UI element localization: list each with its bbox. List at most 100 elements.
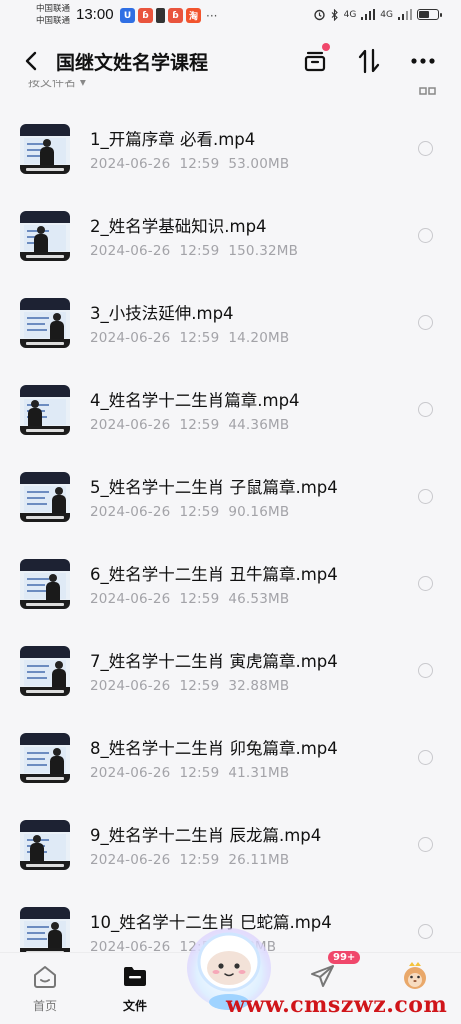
carrier-1: 中国联通 <box>36 4 71 14</box>
select-radio[interactable] <box>418 750 433 765</box>
file-meta: 2024-06-26 12:59 44.36MB <box>90 417 289 433</box>
file-meta: 2024-06-26 12:59 14.20MB <box>90 330 289 346</box>
notification-icons: U ɓ ɓ 淘 ··· <box>120 8 217 23</box>
transfer-list-button[interactable] <box>300 43 330 76</box>
carrier-labels: 中国联通 中国联通 <box>36 3 70 27</box>
file-time: 12:59 <box>179 504 220 520</box>
file-name: 2_姓名学基础知识.mp4 <box>90 217 267 236</box>
file-list: 1_开篇序章 必看.mp4 2024-06-26 12:59 53.00MB 2_姓… <box>0 104 461 956</box>
file-row[interactable]: 8_姓名学十二生肖 卯兔篇章.mp4 2024-06-26 12:59 41.31… <box>0 713 461 800</box>
file-name: 5_姓名学十二生肖 子鼠篇章.mp4 <box>90 478 338 497</box>
file-size: 90.16MB <box>228 504 290 520</box>
notification-dot <box>322 43 330 51</box>
file-date: 2024-06-26 <box>90 591 171 607</box>
file-date: 2024-06-26 <box>90 504 171 520</box>
video-thumbnail <box>20 646 70 696</box>
file-name: 8_姓名学十二生肖 卯兔篇章.mp4 <box>90 739 338 758</box>
battery-icon <box>417 9 442 20</box>
nav-home-label: 首页 <box>32 999 57 1013</box>
carrier-2: 中国联通 <box>36 16 71 26</box>
select-radio[interactable] <box>418 402 433 417</box>
file-meta: 2024-06-26 12:59 53.00MB <box>90 156 289 172</box>
video-thumbnail <box>20 385 70 435</box>
video-thumbnail <box>20 733 70 783</box>
status-bar: 中国联通 中国联通 13:00 U ɓ ɓ 淘 ··· 4G 4G <box>0 0 461 34</box>
select-radio[interactable] <box>418 924 433 939</box>
sort-button[interactable] <box>354 46 384 76</box>
file-time: 12:59 <box>179 678 220 694</box>
video-thumbnail <box>20 124 70 174</box>
app-notification-icon: 淘 <box>186 8 201 23</box>
video-thumbnail <box>20 211 70 261</box>
page-title: 国继文姓名学课程 <box>56 52 209 74</box>
alarm-icon <box>313 9 325 21</box>
file-meta: 2024-06-26 12:59 26.11MB <box>90 852 289 868</box>
folder-icon <box>124 967 146 986</box>
file-size: 46.53MB <box>228 591 290 607</box>
file-size: 32.88MB <box>228 678 290 694</box>
app-notification-icon: U <box>120 8 135 23</box>
select-radio[interactable] <box>418 489 433 504</box>
video-thumbnail <box>20 820 70 870</box>
battery-level <box>419 11 429 18</box>
file-meta: 2024-06-26 12:59 46.53MB <box>90 591 289 607</box>
select-radio[interactable] <box>418 228 433 243</box>
select-radio[interactable] <box>418 837 433 852</box>
network-type-2: 4G <box>380 9 393 20</box>
more-button[interactable] <box>408 46 438 76</box>
signal-icon <box>361 9 376 20</box>
file-date: 2024-06-26 <box>90 330 171 346</box>
file-date: 2024-06-26 <box>90 678 171 694</box>
file-date: 2024-06-26 <box>90 852 171 868</box>
file-time: 12:59 <box>179 591 220 607</box>
back-button[interactable] <box>18 48 44 74</box>
video-thumbnail <box>20 907 70 956</box>
status-time: 13:00 <box>76 6 114 23</box>
nav-home[interactable]: 首页 <box>10 953 80 1024</box>
file-row[interactable]: 4_姓名学十二生肖篇章.mp4 2024-06-26 12:59 44.36MB <box>0 365 461 452</box>
file-time: 12:59 <box>179 243 220 259</box>
file-row[interactable]: 6_姓名学十二生肖 丑牛篇章.mp4 2024-06-26 12:59 46.53… <box>0 539 461 626</box>
file-meta: 2024-06-26 12:59 90.16MB <box>90 504 289 520</box>
file-date: 2024-06-26 <box>90 765 171 781</box>
file-row[interactable]: 7_姓名学十二生肖 寅虎篇章.mp4 2024-06-26 12:59 32.88… <box>0 626 461 713</box>
select-radio[interactable] <box>418 315 433 330</box>
file-name: 6_姓名学十二生肖 丑牛篇章.mp4 <box>90 565 338 584</box>
file-row[interactable]: 5_姓名学十二生肖 子鼠篇章.mp4 2024-06-26 12:59 90.16… <box>0 452 461 539</box>
file-size: 53.00MB <box>228 156 290 172</box>
file-name: 9_姓名学十二生肖 辰龙篇.mp4 <box>90 826 322 845</box>
file-date: 2024-06-26 <box>90 417 171 433</box>
grid-icon[interactable] <box>419 84 437 96</box>
file-row[interactable]: 2_姓名学基础知识.mp4 2024-06-26 12:59 150.32MB <box>0 191 461 278</box>
file-size: 44.36MB <box>228 417 290 433</box>
system-icons: 4G 4G <box>313 8 442 21</box>
select-radio[interactable] <box>418 576 433 591</box>
select-radio[interactable] <box>418 663 433 678</box>
file-date: 2024-06-26 <box>90 243 171 259</box>
share-badge: 99+ <box>328 951 361 964</box>
file-meta: 2024-06-26 12:59 41.31MB <box>90 765 289 781</box>
file-size: 26.11MB <box>228 852 290 868</box>
sort-icon <box>358 48 380 74</box>
file-time: 12:59 <box>179 156 220 172</box>
file-name: 1_开篇序章 必看.mp4 <box>90 130 256 149</box>
file-row[interactable]: 3_小技法延伸.mp4 2024-06-26 12:59 14.20MB <box>0 278 461 365</box>
file-name: 4_姓名学十二生肖篇章.mp4 <box>90 391 300 410</box>
select-radio[interactable] <box>418 141 433 156</box>
file-row[interactable]: 9_姓名学十二生肖 辰龙篇.mp4 2024-06-26 12:59 26.11M… <box>0 800 461 887</box>
nav-files[interactable]: 文件 <box>100 953 170 1024</box>
video-thumbnail <box>20 472 70 522</box>
sort-label[interactable]: 按文件名 ▾ <box>28 80 86 90</box>
file-row[interactable]: 1_开篇序章 必看.mp4 2024-06-26 12:59 53.00MB <box>0 104 461 191</box>
file-time: 12:59 <box>179 330 220 346</box>
file-time: 12:59 <box>179 417 220 433</box>
file-date: 2024-06-26 <box>90 156 171 172</box>
file-time: 12:59 <box>179 852 220 868</box>
file-size: 150.32MB <box>228 243 299 259</box>
file-name: 7_姓名学十二生肖 寅虎篇章.mp4 <box>90 652 338 671</box>
network-type-1: 4G <box>343 9 357 20</box>
file-meta: 2024-06-26 12:59 32.88MB <box>90 678 289 694</box>
file-meta: 2024-06-26 12:59 150.32MB <box>90 243 298 259</box>
bluetooth-icon <box>331 8 338 21</box>
avatar-icon <box>404 962 426 989</box>
